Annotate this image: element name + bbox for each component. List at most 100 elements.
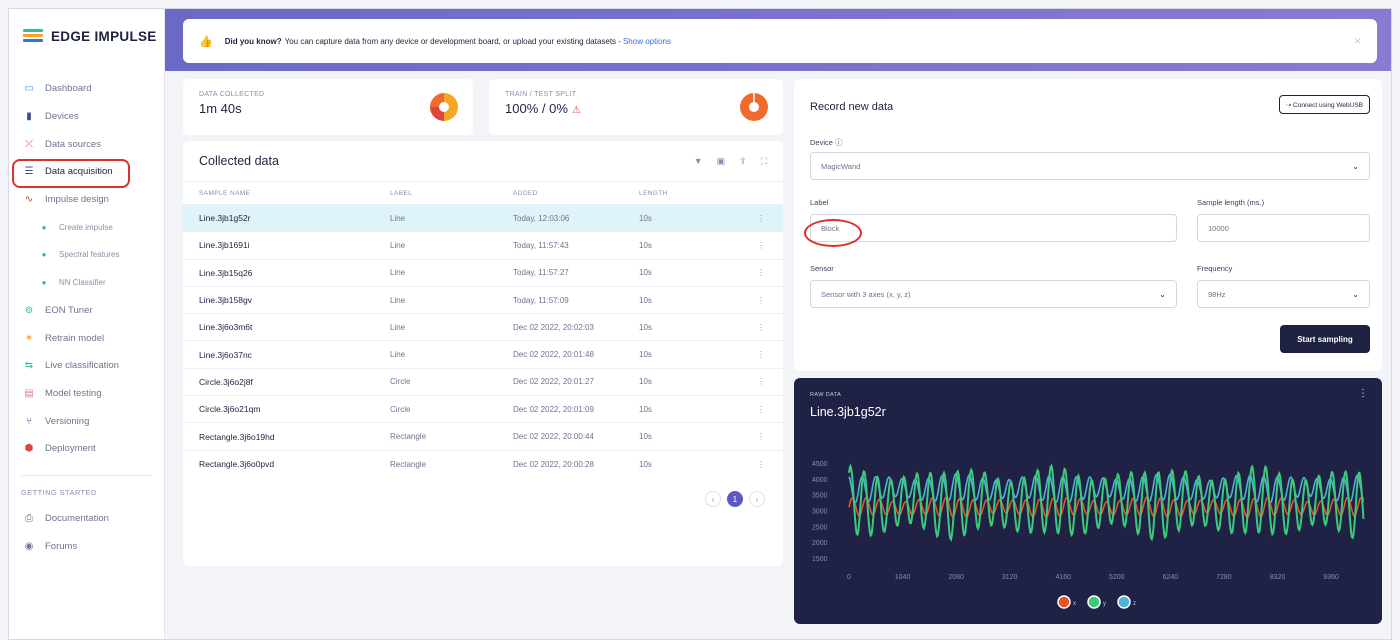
connect-webusb-button[interactable]: ⇢ Connect using WebUSB: [1278, 95, 1370, 114]
select-icon[interactable]: ▣: [717, 156, 726, 167]
length-cell: 10s: [639, 367, 739, 396]
row-menu-icon[interactable]: ⋮: [739, 285, 783, 314]
label-cell: Line: [390, 231, 513, 260]
column-added[interactable]: ADDED: [513, 181, 639, 205]
added-cell: Dec 02 2022, 20:00:44: [513, 422, 639, 451]
start-sampling-button[interactable]: Start sampling: [1280, 325, 1370, 353]
sidebar-item-versioning[interactable]: ⑂ Versioning: [9, 407, 164, 435]
close-icon[interactable]: ×: [1354, 34, 1361, 48]
table-row[interactable]: Line.3jb158gv Line Today, 11:57:09 10s ⋮: [183, 285, 783, 314]
expand-icon[interactable]: ⛶: [761, 156, 767, 167]
sidebar-item-documentation[interactable]: ⎙ Documentation: [9, 505, 164, 533]
versioning-icon: ⑂: [26, 415, 32, 427]
sidebar-item-label: Live classification: [45, 360, 119, 372]
sidebar-item-label: Devices: [45, 111, 79, 123]
row-menu-icon[interactable]: ⋮: [739, 203, 783, 232]
row-menu-icon[interactable]: ⋮: [739, 258, 783, 287]
banner-text: You can capture data from any device or …: [284, 36, 621, 46]
label-cell: Rectangle: [390, 422, 513, 451]
deploy-icon: ⬢: [24, 443, 34, 455]
prev-page-button[interactable]: ‹: [705, 491, 721, 508]
row-menu-icon[interactable]: ⋮: [739, 313, 783, 341]
column-label[interactable]: LABEL: [390, 181, 513, 205]
table-row[interactable]: Line.3jb1g52r Line Today, 12:03:06 10s ⋮: [183, 203, 783, 232]
length-cell: 10s: [639, 422, 739, 451]
split-value-text: 100% / 0%: [505, 101, 568, 116]
sidebar-item-forums[interactable]: ◉ Forums: [9, 532, 164, 560]
sidebar-item-devices[interactable]: ▮ Devices: [9, 103, 164, 131]
table-row[interactable]: Rectangle.3j6o19hd Rectangle Dec 02 2022, …: [183, 422, 783, 451]
sidebar-item-eon-tuner[interactable]: ⊚ EON Tuner: [9, 297, 164, 325]
page-1-button[interactable]: 1: [727, 491, 743, 508]
next-page-button[interactable]: ›: [749, 491, 765, 508]
table-row[interactable]: Rectangle.3j6o0pvd Rectangle Dec 02 2022, …: [183, 449, 783, 478]
brand-logo[interactable]: EDGE IMPULSE: [9, 9, 164, 63]
sidebar-item-nn-classifier[interactable]: ● NN Classifier: [9, 269, 164, 297]
collected-data-card: Collected data ▼ ▣ ⇪ ⛶ SAMPLE NAME LABEL AD…: [183, 141, 783, 566]
label-field-label: Label: [810, 198, 829, 207]
x-tick-label: 9360: [1323, 574, 1339, 581]
sidebar-item-dashboard[interactable]: ▭ Dashboard: [9, 75, 164, 103]
device-select[interactable]: MagicWand ⌄: [810, 152, 1370, 180]
table-row[interactable]: Line.3j6o37nc Line Dec 02 2022, 20:01:48 10…: [183, 340, 783, 369]
sidebar-item-live-classification[interactable]: ⇆ Live classification: [9, 352, 164, 380]
legend-swatch-z[interactable]: [1117, 595, 1131, 609]
sidebar-item-model-testing[interactable]: ▤ Model testing: [9, 380, 164, 408]
row-menu-icon[interactable]: ⋮: [739, 422, 783, 451]
added-cell: Dec 02 2022, 20:00:28: [513, 449, 639, 478]
legend-label: y: [1103, 601, 1106, 607]
sidebar-footer-nav: ⎙ Documentation ◉ Forums: [9, 505, 164, 560]
y-tick-label: 2000: [812, 540, 828, 547]
label-input[interactable]: Block: [810, 214, 1177, 242]
book-icon: ⎙: [25, 512, 33, 524]
sensor-select[interactable]: Sensor with 3 axes (x, y, z) ⌄: [810, 280, 1177, 308]
frequency-value: 98Hz: [1208, 289, 1226, 299]
sidebar-item-impulse-design[interactable]: ∿ Impulse design: [9, 186, 164, 214]
row-menu-icon[interactable]: ⋮: [739, 340, 783, 369]
table-row[interactable]: Circle.3j6o2j8f Circle Dec 02 2022, 20:01:…: [183, 367, 783, 396]
sidebar-item-create-impulse[interactable]: ● Create impulse: [9, 213, 164, 241]
x-tick-label: 4160: [1055, 574, 1071, 581]
sidebar-item-label: NN Classifier: [59, 278, 106, 288]
label-cell: Circle: [390, 395, 513, 423]
added-cell: Dec 02 2022, 20:01:48: [513, 340, 639, 369]
table-body: Line.3jb1g52r Line Today, 12:03:06 10s ⋮ Line…: [183, 203, 783, 478]
sidebar-item-data-sources[interactable]: ⤫ Data sources: [9, 130, 164, 158]
frequency-select[interactable]: 98Hz ⌄: [1197, 280, 1370, 308]
column-sample-name[interactable]: SAMPLE NAME: [183, 181, 390, 205]
samples-table: SAMPLE NAME LABEL ADDED LENGTH Line.3jb1…: [183, 181, 783, 478]
sidebar-item-retrain-model[interactable]: ✶ Retrain model: [9, 324, 164, 352]
length-cell: 10s: [639, 285, 739, 314]
legend-swatch-y[interactable]: [1087, 595, 1101, 609]
sidebar-item-deployment[interactable]: ⬢ Deployment: [9, 435, 164, 463]
sidebar-item-data-acquisition[interactable]: ☰ Data acquisition: [9, 158, 164, 186]
filter-icon[interactable]: ▼: [694, 156, 703, 167]
warning-icon: ⚠: [571, 105, 581, 116]
x-tick-label: 3120: [1002, 574, 1018, 581]
table-row[interactable]: Line.3j6o3m6t Line Dec 02 2022, 20:02:03 10…: [183, 313, 783, 341]
forum-icon: ◉: [24, 540, 34, 552]
row-menu-icon[interactable]: ⋮: [739, 231, 783, 260]
legend-swatch-x[interactable]: [1057, 595, 1071, 609]
row-menu-icon[interactable]: ⋮: [739, 395, 783, 423]
table-row[interactable]: Line.3jb1691i Line Today, 11:57:43 10s ⋮: [183, 231, 783, 260]
upload-icon[interactable]: ⇪: [739, 156, 747, 167]
y-tick-label: 1500: [812, 556, 828, 563]
show-options-link[interactable]: Show options: [623, 37, 671, 46]
sample-length-input[interactable]: 10000: [1197, 214, 1370, 242]
nav-section-getting-started: GETTING STARTED: [21, 487, 97, 497]
sidebar-item-label: Documentation: [45, 512, 109, 524]
sidebar-item-label: EON Tuner: [45, 304, 93, 316]
table-row[interactable]: Line.3jb15q26 Line Today, 11:57:27 10s ⋮: [183, 258, 783, 287]
y-tick-label: 4000: [812, 477, 828, 484]
length-cell: 10s: [639, 258, 739, 287]
chevron-down-icon: ⌄: [1352, 289, 1359, 299]
sidebar-item-label: Deployment: [45, 443, 96, 455]
pulse-icon: ∿: [24, 194, 34, 206]
sidebar-item-spectral-features[interactable]: ● Spectral features: [9, 241, 164, 269]
row-menu-icon[interactable]: ⋮: [739, 367, 783, 396]
row-menu-icon[interactable]: ⋮: [739, 449, 783, 478]
sidebar-item-label: Versioning: [45, 415, 90, 427]
table-row[interactable]: Circle.3j6o21qm Circle Dec 02 2022, 20:01:…: [183, 395, 783, 423]
column-length[interactable]: LENGTH: [639, 181, 739, 205]
